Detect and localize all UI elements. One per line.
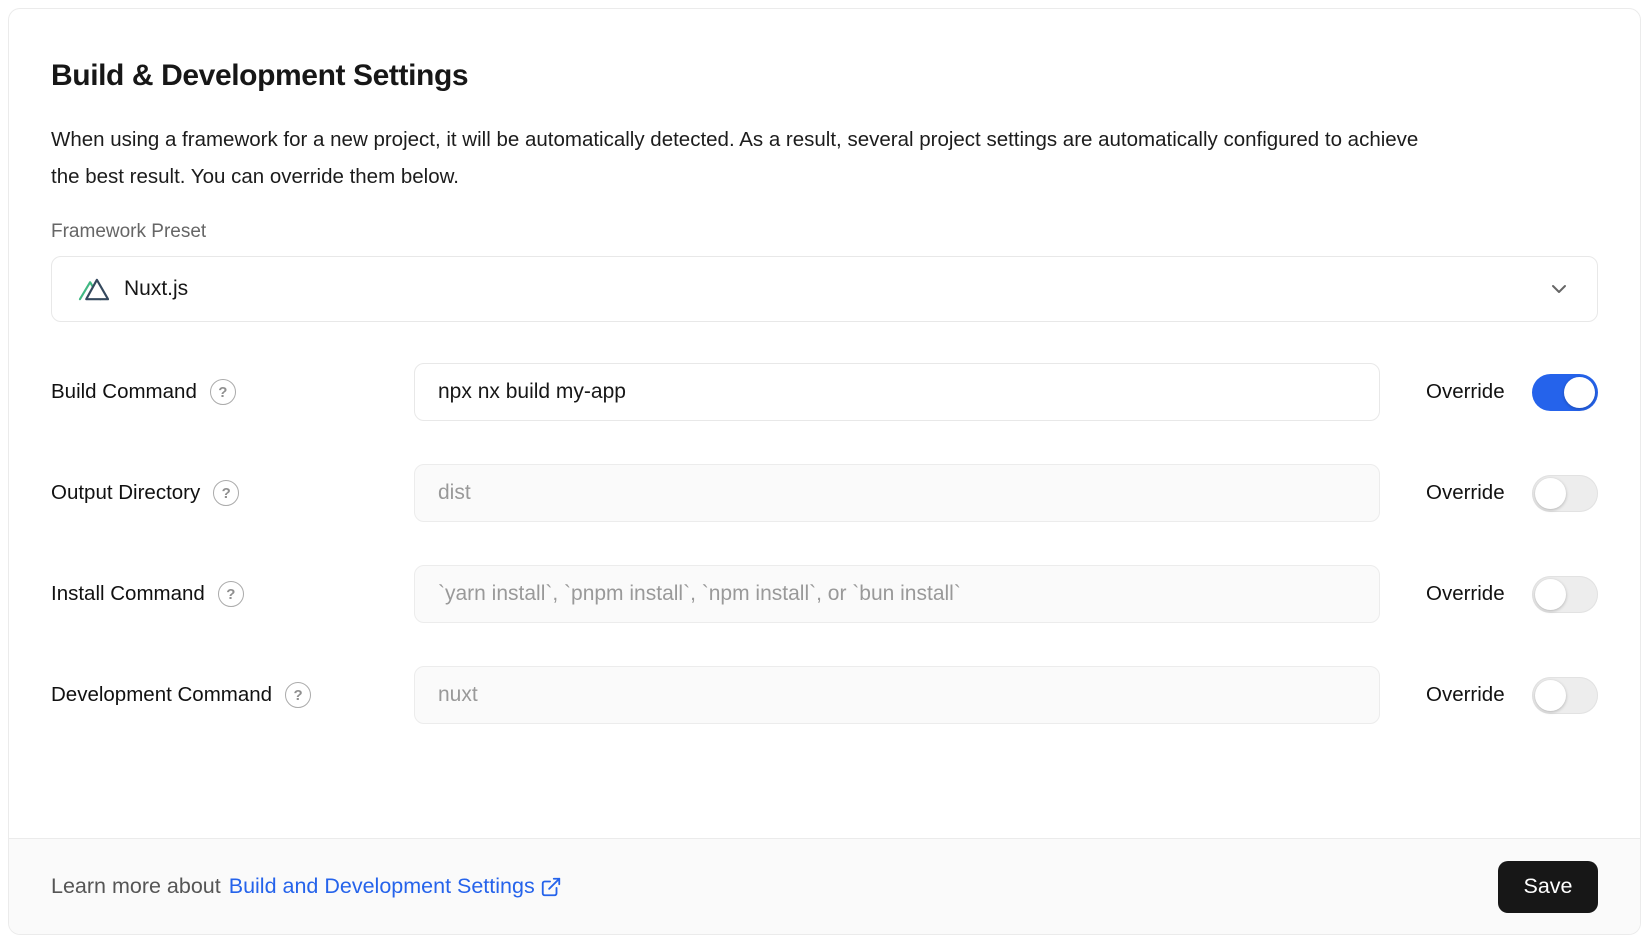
framework-preset-label: Framework Preset xyxy=(51,221,1598,243)
output-directory-override-toggle[interactable] xyxy=(1532,475,1598,512)
development-command-row: Development Command ? Override xyxy=(51,666,1598,724)
chevron-down-icon xyxy=(1547,277,1571,301)
help-icon[interactable]: ? xyxy=(210,379,236,405)
nuxtjs-logo-icon xyxy=(78,274,109,305)
override-label: Override xyxy=(1426,481,1510,505)
development-command-label: Development Command xyxy=(51,683,272,707)
install-command-label-group: Install Command ? xyxy=(51,581,414,607)
build-command-row: Build Command ? Override xyxy=(51,363,1598,421)
section-description: When using a framework for a new project… xyxy=(51,121,1451,195)
help-icon[interactable]: ? xyxy=(285,682,311,708)
page-title: Build & Development Settings xyxy=(51,59,1598,93)
override-label: Override xyxy=(1426,683,1510,707)
footer-text: Learn more about Build and Development S… xyxy=(51,874,562,899)
learn-more-prefix: Learn more about xyxy=(51,874,221,899)
framework-preset-value: Nuxt.js xyxy=(124,277,188,301)
toggle-knob xyxy=(1535,680,1566,711)
build-command-input[interactable] xyxy=(414,363,1380,421)
output-directory-row: Output Directory ? Override xyxy=(51,464,1598,522)
framework-preset-select[interactable]: Nuxt.js xyxy=(51,256,1598,322)
settings-rows: Build Command ? Override Output Director… xyxy=(51,363,1598,767)
output-directory-label-group: Output Directory ? xyxy=(51,480,414,506)
install-command-row: Install Command ? Override xyxy=(51,565,1598,623)
output-directory-label: Output Directory xyxy=(51,481,200,505)
install-command-input[interactable] xyxy=(414,565,1380,623)
docs-link-text: Build and Development Settings xyxy=(229,874,535,899)
save-button[interactable]: Save xyxy=(1498,861,1598,913)
development-command-override-toggle[interactable] xyxy=(1532,677,1598,714)
card-body: Build & Development Settings When using … xyxy=(9,9,1640,838)
development-command-input[interactable] xyxy=(414,666,1380,724)
install-command-override-toggle[interactable] xyxy=(1532,576,1598,613)
install-command-label: Install Command xyxy=(51,582,205,606)
toggle-knob xyxy=(1535,579,1566,610)
external-link-icon xyxy=(540,876,562,898)
help-icon[interactable]: ? xyxy=(213,480,239,506)
output-directory-input[interactable] xyxy=(414,464,1380,522)
override-label: Override xyxy=(1426,582,1510,606)
build-command-override-toggle[interactable] xyxy=(1532,374,1598,411)
development-command-label-group: Development Command ? xyxy=(51,682,414,708)
toggle-knob xyxy=(1535,478,1566,509)
build-settings-card: Build & Development Settings When using … xyxy=(8,8,1641,935)
build-command-label: Build Command xyxy=(51,380,197,404)
build-command-label-group: Build Command ? xyxy=(51,379,414,405)
build-settings-docs-link[interactable]: Build and Development Settings xyxy=(229,874,562,899)
help-icon[interactable]: ? xyxy=(218,581,244,607)
card-footer: Learn more about Build and Development S… xyxy=(9,838,1640,934)
override-label: Override xyxy=(1426,380,1510,404)
toggle-knob xyxy=(1564,377,1595,408)
